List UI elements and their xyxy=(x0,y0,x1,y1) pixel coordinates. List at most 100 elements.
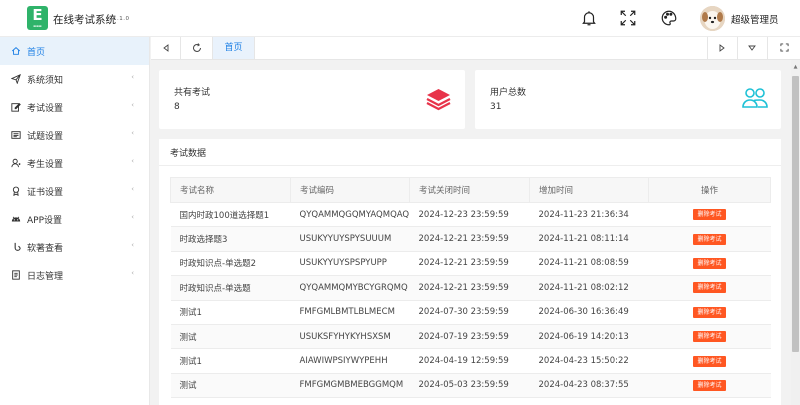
exam-code-cell: USUKSFYHYKYHSXSM xyxy=(290,323,410,350)
logo-decoration: ▬▬▬ xyxy=(33,24,42,28)
tab-scroll-left-button[interactable] xyxy=(151,37,181,59)
sidebar-item-exam-settings[interactable]: 考试设置 ‹ xyxy=(0,93,149,121)
column-header: 考试编码 xyxy=(290,177,410,203)
action-cell: 删除考试 xyxy=(648,323,771,350)
panel-title: 考试数据 xyxy=(170,149,207,159)
table-row: 时政知识点-单选题2 USUKYYUYSPSPYUPP 2024-12-21 2… xyxy=(170,250,771,277)
user-name[interactable]: 超级管理员 xyxy=(731,12,779,26)
sidebar-item-log-management[interactable]: 日志管理 ‹ xyxy=(0,261,149,289)
chevron-left-icon: ‹ xyxy=(131,157,134,165)
sidebar-item-app-settings[interactable]: APP设置 ‹ xyxy=(0,205,149,233)
added-time-cell: 2024-11-21 08:02:12 xyxy=(529,275,649,301)
sidebar: 首页 系统须知 ‹ 考试设置 ‹ 试题设置 ‹ 考生设置 ‹ 证书设置 ‹ AP… xyxy=(0,37,150,405)
sidebar-item-label: 考试设置 xyxy=(27,104,64,114)
delete-exam-button[interactable]: 删除考试 xyxy=(693,257,726,269)
delete-exam-button[interactable]: 删除考试 xyxy=(693,306,726,318)
sidebar-item-label: 软著查看 xyxy=(27,244,64,254)
delete-exam-button[interactable]: 删除考试 xyxy=(693,282,726,294)
added-time-cell: 2024-04-23 08:37:55 xyxy=(529,372,649,399)
exam-count-value: 8 xyxy=(174,102,180,112)
page-scrollbar-thumb[interactable] xyxy=(792,76,799,352)
certificate-icon xyxy=(12,186,20,196)
chevron-left-icon: ‹ xyxy=(131,101,134,109)
column-header: 增加时间 xyxy=(529,177,649,203)
sidebar-item-copyright-view[interactable]: 软著查看 ‹ xyxy=(0,233,149,261)
delete-exam-button[interactable]: 删除考试 xyxy=(693,355,726,367)
delete-exam-button[interactable]: 删除考试 xyxy=(693,233,726,245)
column-header: 考试关闭时间 xyxy=(409,177,530,203)
delete-exam-button[interactable]: 删除考试 xyxy=(693,331,726,343)
exam-table: 考试名称 考试编码 考试关闭时间 增加时间 操作 国内时政100道选择题1 QY… xyxy=(170,177,771,399)
book-icon xyxy=(11,131,21,139)
added-time-cell: 2024-11-21 08:08:59 xyxy=(529,250,649,277)
expand-icon xyxy=(779,43,789,52)
exam-code-cell: FMFGMGMBMEBGGMQM xyxy=(290,372,410,399)
action-cell: 删除考试 xyxy=(648,372,771,399)
refresh-button[interactable] xyxy=(181,37,213,59)
exam-data-panel: 考试数据 考试名称 考试编码 考试关闭时间 增加时间 操作 国内时政100道选择… xyxy=(159,139,781,405)
table-row: 测试 FMFGMGMBMEBGGMQM 2024-05-03 23:59:59 … xyxy=(170,372,771,399)
action-cell: 删除考试 xyxy=(648,348,771,374)
exam-name-cell: 时政知识点-单选题2 xyxy=(170,250,291,277)
scroll-up-arrow-icon[interactable]: ▲ xyxy=(792,63,799,71)
fullscreen-icon[interactable] xyxy=(619,9,637,27)
sidebar-item-system-notice[interactable]: 系统须知 ‹ xyxy=(0,65,149,93)
close-time-cell: 2024-07-30 23:59:59 xyxy=(409,299,530,325)
sidebar-item-examinee-settings[interactable]: 考生设置 ‹ xyxy=(0,149,149,177)
close-time-cell: 2024-12-21 23:59:59 xyxy=(409,275,530,301)
table-row: 国内时政100道选择题1 QYQAMMQGQMYAQMQAQ 2024-12-2… xyxy=(170,201,771,228)
tab-bar: 首页 xyxy=(151,37,800,60)
triangle-down-icon xyxy=(748,45,756,51)
close-time-cell: 2024-12-21 23:59:59 xyxy=(409,226,530,252)
exam-name-cell: 测试1 xyxy=(170,299,291,325)
dog-avatar-icon xyxy=(700,6,725,31)
page-fullscreen-button[interactable] xyxy=(767,37,800,59)
added-time-cell: 2024-06-30 16:36:49 xyxy=(529,299,649,325)
user-count-label: 用户总数 xyxy=(490,88,527,98)
sidebar-item-label: 证书设置 xyxy=(27,188,64,198)
added-time-cell: 2024-11-23 21:36:34 xyxy=(529,201,649,228)
tab-home[interactable]: 首页 xyxy=(213,37,255,59)
sidebar-item-label: 试题设置 xyxy=(27,132,64,142)
exam-code-cell: USUKYYUYSPSPYUPP xyxy=(290,250,410,277)
tab-scroll-right-button[interactable] xyxy=(707,37,736,59)
user-count-card: 用户总数 31 xyxy=(475,70,781,129)
theme-palette-icon[interactable] xyxy=(660,9,678,27)
chevron-left-icon: ‹ xyxy=(131,185,134,193)
action-cell: 删除考试 xyxy=(648,299,771,325)
action-cell: 删除考试 xyxy=(648,201,771,228)
sidebar-item-label: 日志管理 xyxy=(27,272,64,282)
table-row: 时政选择题3 USUKYYUYSPYSUUUM 2024-12-21 23:59… xyxy=(170,226,771,252)
close-time-cell: 2024-07-19 23:59:59 xyxy=(409,323,530,350)
sidebar-item-certificate-settings[interactable]: 证书设置 ‹ xyxy=(0,177,149,205)
exam-count-label: 共有考试 xyxy=(174,88,211,98)
chevron-left-icon: ‹ xyxy=(131,73,134,81)
user-avatar[interactable] xyxy=(700,6,725,31)
home-icon xyxy=(11,47,21,55)
table-header-row: 考试名称 考试编码 考试关闭时间 增加时间 操作 xyxy=(170,177,771,203)
delete-exam-button[interactable]: 删除考试 xyxy=(693,379,726,391)
exam-code-cell: QYQAMMQMYBCYGRQMQ xyxy=(290,275,410,301)
added-time-cell: 2024-11-21 08:11:14 xyxy=(529,226,649,252)
close-time-cell: 2024-05-03 23:59:59 xyxy=(409,372,530,399)
user-icon xyxy=(11,158,21,168)
close-time-cell: 2024-12-23 23:59:59 xyxy=(409,201,530,228)
log-icon xyxy=(12,270,20,280)
sidebar-item-label: 考生设置 xyxy=(27,160,64,170)
users-icon xyxy=(742,88,768,108)
action-cell: 删除考试 xyxy=(648,250,771,277)
action-cell: 删除考试 xyxy=(648,275,771,301)
sidebar-item-question-settings[interactable]: 试题设置 ‹ xyxy=(0,121,149,149)
action-cell: 删除考试 xyxy=(648,226,771,252)
chevron-left-icon: ‹ xyxy=(131,213,134,221)
table-row: 时政知识点-单选题 QYQAMMQMYBCYGRQMQ 2024-12-21 2… xyxy=(170,275,771,301)
chevron-left-icon: ‹ xyxy=(131,269,134,277)
sidebar-item-home[interactable]: 首页 xyxy=(0,37,149,65)
notification-bell-icon[interactable] xyxy=(580,9,598,27)
tab-options-dropdown[interactable] xyxy=(737,37,766,59)
exam-name-cell: 时政知识点-单选题 xyxy=(170,275,291,301)
refresh-icon xyxy=(192,43,201,52)
delete-exam-button[interactable]: 删除考试 xyxy=(693,209,726,221)
exam-name-cell: 国内时政100道选择题1 xyxy=(170,201,291,228)
sidebar-item-label: 系统须知 xyxy=(27,76,64,86)
